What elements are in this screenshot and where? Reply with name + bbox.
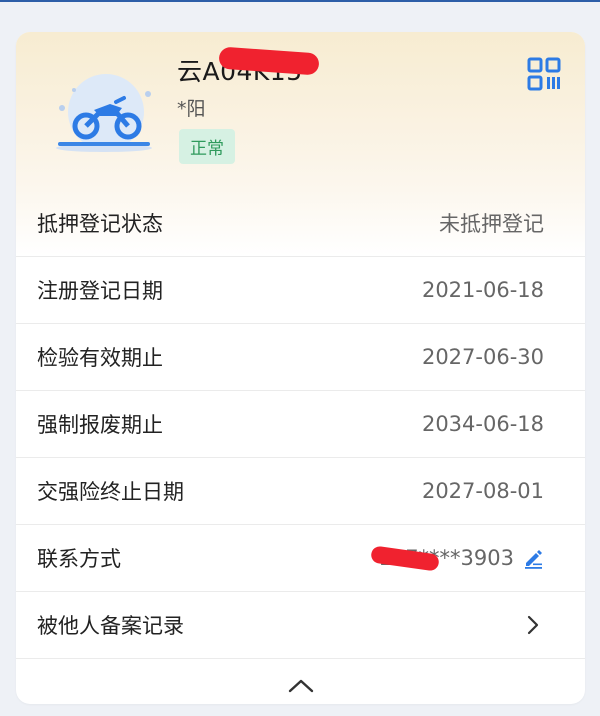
- detail-value: 2027-08-01: [421, 479, 544, 503]
- status-badge: 正常: [179, 129, 235, 164]
- owner-name: *阳: [177, 98, 206, 120]
- detail-label: 被他人备案记录: [37, 614, 184, 638]
- detail-label: 抵押登记状态: [37, 212, 163, 236]
- top-accent-line: [0, 0, 600, 2]
- detail-row-scrap-deadline: 强制报废期止 2034-06-18: [16, 391, 585, 458]
- detail-row-registration-date: 注册登记日期 2021-06-18: [16, 257, 585, 324]
- detail-value: 未抵押登记: [439, 212, 544, 236]
- vehicle-card: 云A04K15 *阳 正常 抵押登记状态 未抵押登记 注册登记日期 2021-0…: [16, 32, 585, 704]
- collapse-button[interactable]: [16, 667, 585, 704]
- detail-row-contact[interactable]: 联系方式 147****3903: [16, 525, 585, 592]
- qr-code-icon[interactable]: [527, 57, 561, 91]
- detail-label: 注册登记日期: [37, 279, 163, 303]
- detail-value: 2034-06-18: [421, 412, 544, 436]
- detail-label: 交强险终止日期: [37, 480, 184, 504]
- detail-row-inspection-expiry: 检验有效期止 2027-06-30: [16, 324, 585, 391]
- detail-label: 联系方式: [37, 547, 121, 571]
- detail-value: 2027-06-30: [421, 345, 544, 369]
- details-list: 抵押登记状态 未抵押登记 注册登记日期 2021-06-18 检验有效期止 20…: [16, 190, 585, 659]
- detail-label: 强制报废期止: [37, 413, 163, 437]
- vehicle-header: 云A04K15 *阳 正常: [16, 32, 585, 190]
- detail-label: 检验有效期止: [37, 346, 163, 370]
- chevron-up-icon: [288, 679, 313, 692]
- detail-row-mortgage: 抵押登记状态 未抵押登记: [16, 190, 585, 257]
- detail-value: 2021-06-18: [421, 278, 544, 302]
- detail-row-filing-records[interactable]: 被他人备案记录: [16, 592, 585, 659]
- edit-icon[interactable]: [522, 547, 544, 569]
- motorcycle-icon: [56, 74, 152, 152]
- chevron-right-icon: [527, 615, 539, 635]
- detail-row-insurance-expiry: 交强险终止日期 2027-08-01: [16, 458, 585, 525]
